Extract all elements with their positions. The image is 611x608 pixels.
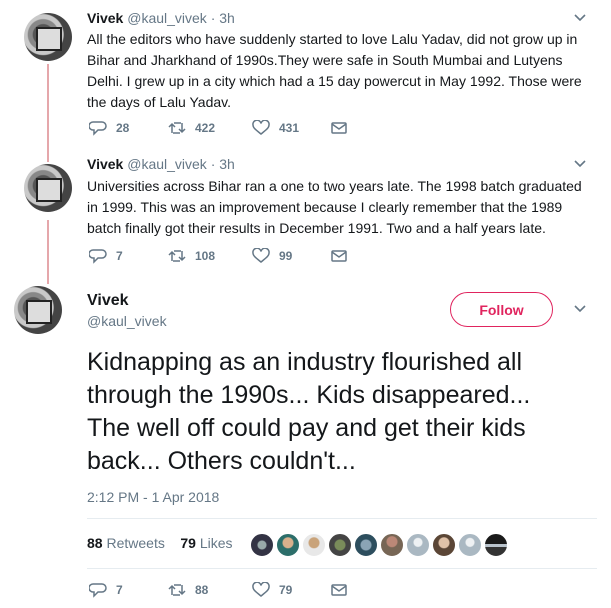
tweet-text-line: Bihar and Jharkhand of 1990s.They were s… [87,52,563,68]
tweet-text-line: back... Others couldn't... [87,447,356,475]
likes-stat[interactable]: 79 Likes [180,535,232,551]
tweet-text-line: Delhi. I grew up in a city which had a 1… [87,73,582,89]
tweet-text: All the editors who have suddenly starte… [87,29,592,113]
avatar[interactable] [484,533,508,557]
like-count: 99 [279,249,293,263]
separator-dot: · [210,156,216,172]
retweet-icon [168,122,186,134]
tweet-text: Kidnapping as an industry flourished all… [87,346,602,478]
tweet-text-line: All the editors who have suddenly starte… [87,31,578,47]
avatar[interactable] [24,164,72,212]
divider [87,568,597,569]
avatar[interactable] [432,533,456,557]
reply-count: 7 [116,583,123,597]
direct-message-icon [331,584,347,596]
tweet-text-line: Universities across Bihar ran a one to t… [87,178,582,194]
retweet-button[interactable]: 88 [168,580,208,600]
thread-connector-line [47,64,49,162]
tweet-header: Vivek @kaul_vivek · 3h [87,10,235,26]
tweet-text-line: batch finally got their results in Decem… [87,220,546,236]
retweet-total: 88 [87,535,103,551]
avatar[interactable] [380,533,404,557]
chevron-down-icon[interactable] [574,305,586,317]
direct-message-icon [331,250,347,262]
retweet-button[interactable]: 422 [168,118,215,138]
tweet-text-line: The well off could pay and get their kid… [87,414,526,442]
like-icon [252,582,270,597]
avatar[interactable] [302,533,326,557]
retweet-button[interactable]: 108 [168,246,215,266]
reply-button[interactable]: 7 [89,580,123,600]
author-name[interactable]: Vivek [87,10,123,26]
tweet-text: Universities across Bihar ran a one to t… [87,176,592,239]
reply-icon [89,249,107,264]
reply-icon [89,583,107,598]
avatar[interactable] [328,533,352,557]
direct-message-button[interactable] [330,580,348,600]
reply-button[interactable]: 7 [89,246,123,266]
separator-dot: · [210,10,216,26]
reply-icon [89,121,107,136]
retweets-stat[interactable]: 88 Retweets [87,535,165,551]
chevron-down-icon[interactable] [574,160,586,172]
avatar[interactable] [406,533,430,557]
follow-button[interactable]: Follow [450,292,553,327]
like-label: Likes [199,535,233,551]
tweet-text-line: in 1999. This was an improvement because… [87,199,563,215]
like-button[interactable]: 431 [252,118,299,138]
direct-message-button[interactable] [330,246,348,266]
tweet-stats: 88 Retweets 79 Likes [87,535,233,551]
retweet-count: 88 [195,583,209,597]
like-count: 79 [279,583,293,597]
tweet-header: Vivek @kaul_vivek · 3h [87,156,235,172]
tweet-time[interactable]: 3h [219,156,235,172]
tweet-text-line: the days of Lalu Yadav. [87,94,231,110]
like-count: 431 [279,121,300,135]
like-total: 79 [180,535,196,551]
retweet-icon [168,584,186,596]
avatar[interactable] [24,13,72,61]
retweet-count: 422 [195,121,216,135]
like-icon [252,120,270,135]
reply-count: 28 [116,121,130,135]
divider [87,518,597,519]
direct-message-icon [331,122,347,134]
avatar[interactable] [250,533,274,557]
direct-message-button[interactable] [330,118,348,138]
author-handle[interactable]: @kaul_vivek [127,156,207,172]
author-handle[interactable]: @kaul_vivek [87,313,167,329]
author-name[interactable]: Vivek [87,292,129,310]
retweet-label: Retweets [106,535,165,551]
like-icon [252,248,270,263]
tweet-time[interactable]: 3h [219,10,235,26]
like-button[interactable]: 99 [252,246,292,266]
tweet-text-line: through the 1990s... Kids disappeared... [87,381,531,409]
reply-count: 7 [116,249,123,263]
tweet-timestamp[interactable]: 2:12 PM - 1 Apr 2018 [87,489,219,505]
avatar[interactable] [354,533,378,557]
thread-connector-line [47,220,49,284]
avatar[interactable] [458,533,482,557]
retweet-icon [168,250,186,262]
reply-button[interactable]: 28 [89,118,129,138]
author-name[interactable]: Vivek [87,156,123,172]
tweet-text-line: Kidnapping as an industry flourished all [87,348,522,376]
avatar[interactable] [14,286,62,334]
avatar[interactable] [276,533,300,557]
retweet-count: 108 [195,249,216,263]
author-handle[interactable]: @kaul_vivek [127,10,207,26]
like-button[interactable]: 79 [252,580,292,600]
chevron-down-icon[interactable] [574,14,586,26]
